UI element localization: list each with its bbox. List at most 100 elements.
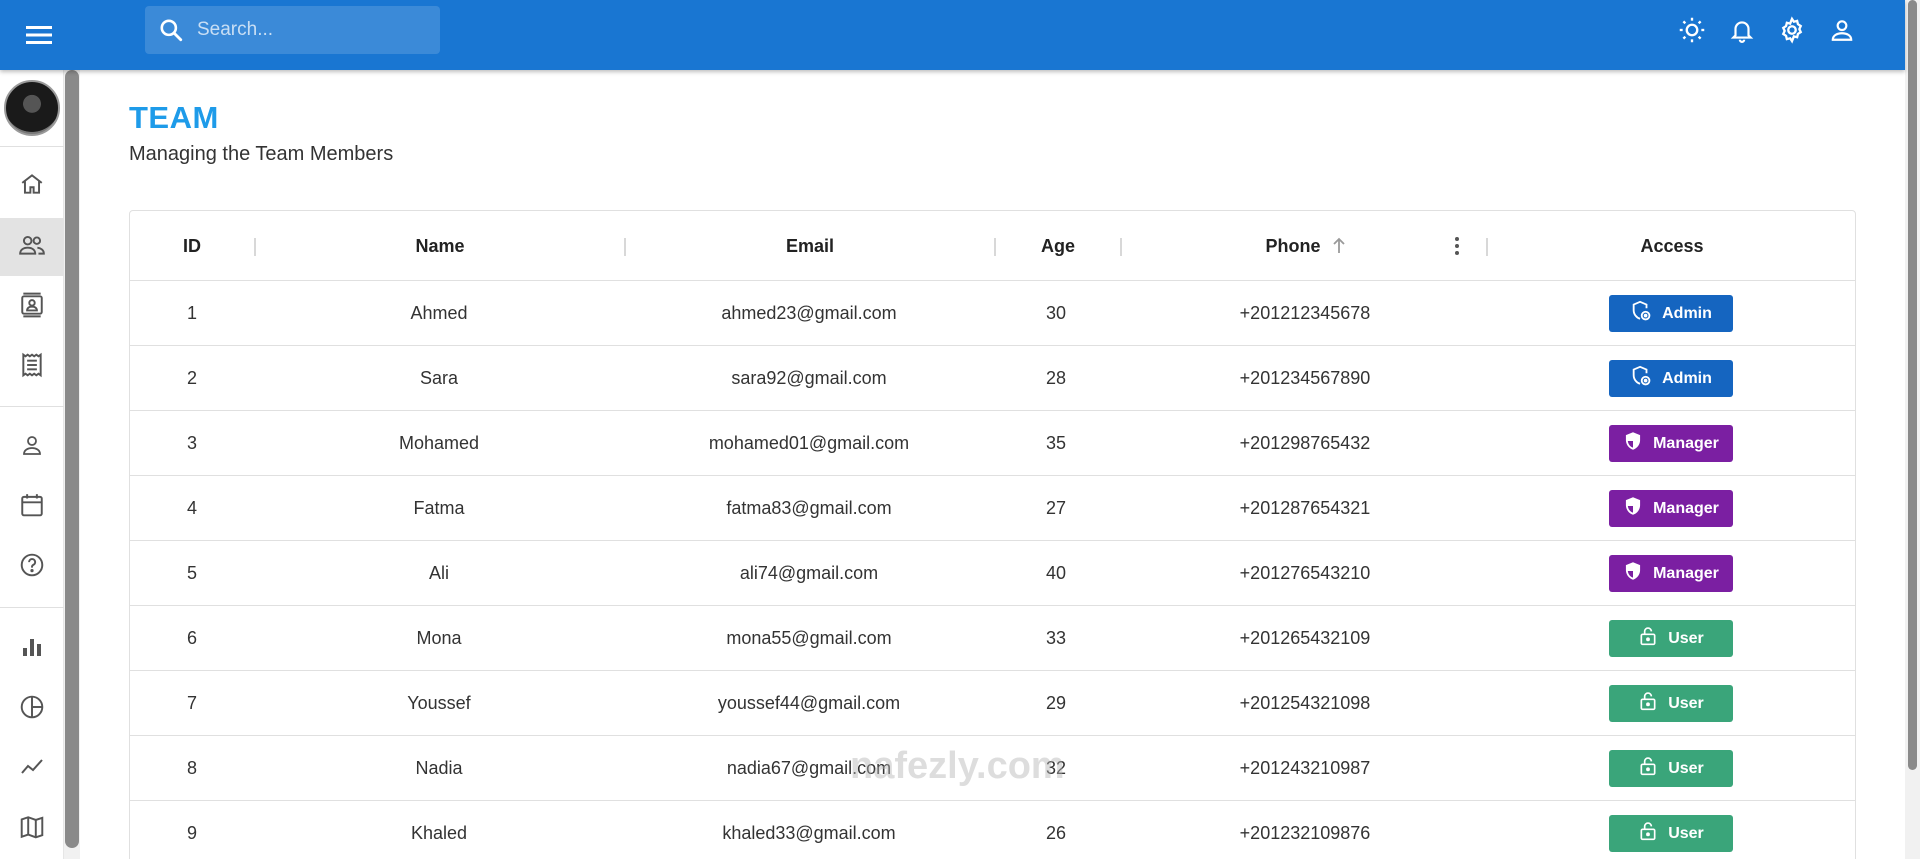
- access-badge-user[interactable]: User: [1609, 685, 1733, 722]
- cell-name: Mona: [416, 628, 462, 648]
- cell-age: 29: [1045, 693, 1067, 713]
- cell-name: Khaled: [410, 823, 468, 843]
- table-row[interactable]: 1 Ahmed ahmed23@gmail.com 30 +2012123456…: [130, 281, 1855, 346]
- access-badge-admin[interactable]: Admin: [1609, 295, 1733, 332]
- cell-access: Admin: [1488, 346, 1854, 411]
- cell-email: ahmed23@gmail.com: [721, 303, 897, 323]
- cell-age: 35: [1045, 433, 1067, 453]
- cell-email: mona55@gmail.com: [726, 628, 892, 648]
- column-header-id[interactable]: ID: [130, 211, 254, 281]
- sidebar-item-line-chart[interactable]: [0, 740, 64, 798]
- access-badge-manager[interactable]: Manager: [1609, 490, 1733, 527]
- page-subtitle: Managing the Team Members: [129, 143, 394, 165]
- access-label: Admin: [1662, 304, 1712, 322]
- invoices-icon: [19, 352, 45, 383]
- profile-icon: [20, 433, 44, 462]
- cell-name: Ahmed: [410, 303, 468, 323]
- cell-phone: +201232109876: [1239, 823, 1371, 843]
- cell-id: 6: [186, 628, 197, 648]
- cell-id: 1: [186, 303, 197, 323]
- light-mode-icon[interactable]: [1677, 15, 1707, 45]
- table-row[interactable]: 6 Mona mona55@gmail.com 33 +201265432109…: [130, 606, 1855, 671]
- search-icon[interactable]: [145, 17, 197, 43]
- sidebar-item-profile[interactable]: [0, 418, 64, 476]
- cell-access: User: [1488, 736, 1854, 801]
- column-header-phone[interactable]: Phone: [1122, 211, 1490, 281]
- notifications-icon[interactable]: [1727, 15, 1757, 45]
- column-header-email[interactable]: Email: [626, 211, 994, 281]
- table-row[interactable]: 7 Youssef youssef44@gmail.com 29 +201254…: [130, 671, 1855, 736]
- table-row[interactable]: 9 Khaled khaled33@gmail.com 26 +20123210…: [130, 801, 1855, 859]
- cell-id: 9: [186, 823, 197, 843]
- menu-icon[interactable]: [24, 20, 54, 50]
- access-label: Admin: [1662, 369, 1712, 387]
- column-header-name[interactable]: Name: [256, 211, 624, 281]
- cell-access: Manager: [1488, 476, 1854, 541]
- cell-age: 33: [1045, 628, 1067, 648]
- cell-id: 4: [186, 498, 197, 518]
- security-shield-icon: [1623, 495, 1643, 522]
- access-badge-manager[interactable]: Manager: [1609, 425, 1733, 462]
- cell-phone: +201287654321: [1239, 498, 1371, 518]
- access-label: Manager: [1653, 499, 1719, 517]
- access-label: User: [1668, 824, 1704, 842]
- app-bar: [0, 0, 1905, 70]
- access-badge-user[interactable]: User: [1609, 750, 1733, 787]
- column-header-access[interactable]: Access: [1488, 211, 1855, 281]
- faq-icon: [19, 552, 45, 583]
- table-row[interactable]: 2 Sara sara92@gmail.com 28 +201234567890…: [130, 346, 1855, 411]
- cell-id: 7: [186, 693, 197, 713]
- cell-access: Admin: [1488, 281, 1854, 346]
- lock-open-icon: [1638, 625, 1658, 652]
- cell-id: 3: [186, 433, 197, 453]
- cell-email: youssef44@gmail.com: [717, 693, 901, 713]
- access-badge-manager[interactable]: Manager: [1609, 555, 1733, 592]
- search-input[interactable]: [197, 19, 427, 41]
- table-row[interactable]: 4 Fatma fatma83@gmail.com 27 +2012876543…: [130, 476, 1855, 541]
- watermark: nafezly.com: [850, 745, 1065, 787]
- settings-icon[interactable]: [1777, 15, 1807, 45]
- admin-panel-settings-icon: [1630, 365, 1652, 392]
- cell-age: 40: [1045, 563, 1067, 583]
- sort-ascending-icon[interactable]: [1331, 237, 1347, 255]
- pie-chart-icon: [19, 694, 45, 725]
- cell-phone: +201243210987: [1239, 758, 1371, 778]
- table-row[interactable]: 5 Ali ali74@gmail.com 40 +201276543210 M…: [130, 541, 1855, 606]
- sidebar-item-geography[interactable]: [0, 800, 64, 858]
- sidebar-item-contacts[interactable]: [0, 278, 64, 336]
- cell-email: ali74@gmail.com: [739, 563, 879, 583]
- cell-phone: +201265432109: [1239, 628, 1371, 648]
- person-icon[interactable]: [1827, 15, 1857, 45]
- table-row[interactable]: 3 Mohamed mohamed01@gmail.com 35 +201298…: [130, 411, 1855, 476]
- sidebar-item-home[interactable]: [0, 157, 64, 215]
- sidebar-item-invoices[interactable]: [0, 338, 64, 396]
- sidebar-item-team[interactable]: [0, 218, 64, 276]
- cell-name: Nadia: [415, 758, 463, 778]
- sidebar-item-faq[interactable]: [0, 538, 64, 596]
- cell-id: 2: [186, 368, 197, 388]
- access-badge-user[interactable]: User: [1609, 620, 1733, 657]
- cell-phone: +201212345678: [1239, 303, 1371, 323]
- sidebar-scrollbar[interactable]: [64, 70, 80, 859]
- line-chart-icon: [19, 755, 45, 784]
- sidebar-item-pie-chart[interactable]: [0, 680, 64, 738]
- security-shield-icon: [1623, 560, 1643, 587]
- cell-phone: +201234567890: [1239, 368, 1371, 388]
- page-scrollbar[interactable]: [1905, 0, 1920, 859]
- access-label: Manager: [1653, 564, 1719, 582]
- access-badge-admin[interactable]: Admin: [1609, 360, 1733, 397]
- access-badge-user[interactable]: User: [1609, 815, 1733, 852]
- column-menu-icon[interactable]: [1447, 234, 1467, 258]
- column-header-age[interactable]: Age: [996, 211, 1120, 281]
- cell-access: Manager: [1488, 411, 1854, 476]
- cell-id: 5: [186, 563, 197, 583]
- bar-chart-icon: [20, 635, 44, 664]
- avatar[interactable]: [4, 80, 60, 136]
- sidebar-item-bar-chart[interactable]: [0, 620, 64, 678]
- access-label: User: [1668, 694, 1704, 712]
- lock-open-icon: [1638, 820, 1658, 847]
- cell-age: 27: [1045, 498, 1067, 518]
- team-icon: [18, 232, 46, 263]
- cell-access: User: [1488, 801, 1854, 859]
- sidebar-item-calendar[interactable]: [0, 478, 64, 536]
